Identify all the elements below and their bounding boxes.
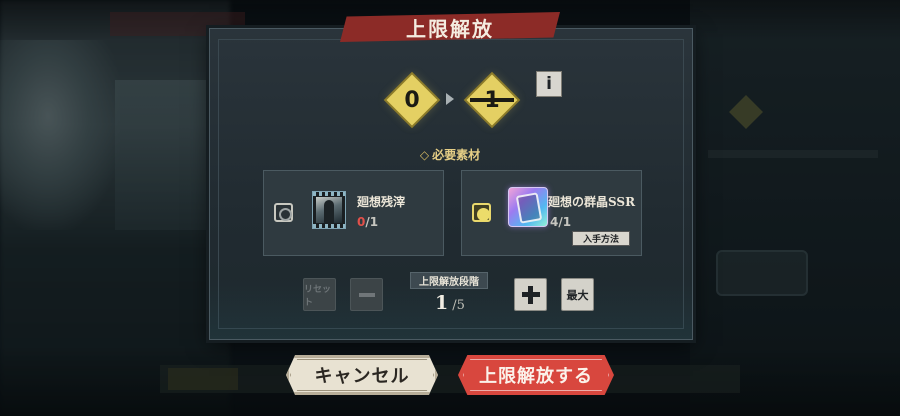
acquire-method-button[interactable]: 入手方法	[572, 231, 630, 246]
material-name: 廻想の群晶SSR	[548, 195, 636, 209]
limit-break-confirm-button[interactable]: 上限解放する	[458, 355, 614, 395]
film-fragment-icon	[312, 191, 346, 229]
stage-current: 1	[435, 292, 449, 314]
reset-button[interactable]: リセット	[303, 278, 336, 311]
minus-icon	[358, 292, 375, 297]
material-need: 1	[562, 215, 572, 229]
limit-break-stage-label: 上限解放段階	[410, 272, 488, 289]
material-need: 1	[369, 215, 379, 229]
material-count: 4/1	[550, 215, 572, 229]
ssr-crystal-icon	[508, 187, 548, 227]
material-select-checkbox[interactable]	[274, 203, 293, 222]
diamond-bullet-icon: ◇	[419, 148, 430, 162]
stage-max: 5	[456, 298, 465, 313]
required-materials-label: 必要素材	[432, 148, 481, 162]
dialog-title-ribbon: 上限解放	[340, 12, 560, 42]
material-card-ssr-crystal[interactable]: 廻想の群晶SSR 4/1 入手方法	[461, 170, 642, 256]
required-materials-header: ◇ 必要素材	[380, 146, 520, 163]
limit-break-stage-value: 1/5	[435, 292, 465, 314]
material-count: 0/1	[357, 215, 379, 229]
level-to-value: 1	[484, 87, 500, 113]
material-select-checkbox[interactable]	[472, 203, 491, 222]
dialog-title: 上限解放	[406, 16, 494, 41]
material-have: 4	[550, 215, 559, 229]
material-name: 廻想残滓	[357, 195, 406, 209]
reset-label: リセット	[304, 284, 332, 308]
decrement-button[interactable]	[350, 278, 383, 311]
cancel-button[interactable]: キャンセル	[286, 355, 438, 395]
material-have: 0	[357, 215, 366, 229]
level-from-value: 0	[404, 87, 420, 113]
info-button[interactable]: i	[536, 71, 562, 97]
material-card-fragment[interactable]: 廻想残滓 0/1	[263, 170, 444, 256]
increment-button[interactable]	[514, 278, 547, 311]
max-label: 最大	[566, 288, 589, 302]
max-button[interactable]: 最大	[561, 278, 594, 311]
arrow-right-icon	[446, 93, 454, 105]
